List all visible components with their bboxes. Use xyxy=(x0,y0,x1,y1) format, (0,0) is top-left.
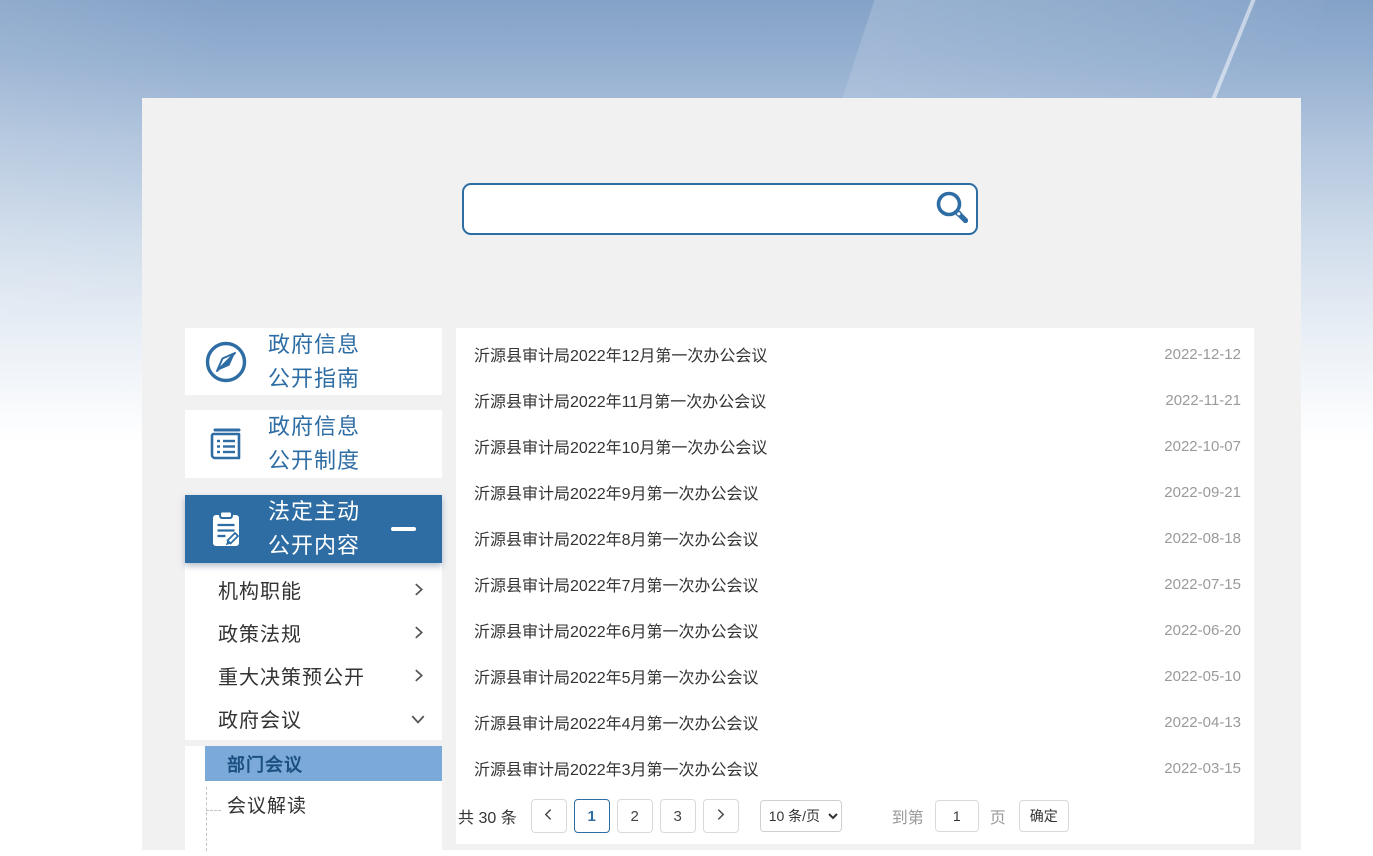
content-panel: 政府信息公开指南政府信息公开制度法定主动公开内容 机构职能政策法规重大决策预公开… xyxy=(142,98,1301,850)
article-title-link[interactable]: 沂源县审计局2022年11月第一次办公会议 xyxy=(474,388,766,412)
page-button-2[interactable]: 2 xyxy=(617,799,653,833)
page-size-select[interactable]: 10 条/页 xyxy=(760,800,842,832)
prev-page-button[interactable] xyxy=(531,799,567,833)
tree-item-2[interactable]: 会议解读 xyxy=(185,781,442,827)
article-list-panel: 沂源县审计局2022年12月第一次办公会议2022-12-12沂源县审计局202… xyxy=(456,328,1254,844)
list-item: 沂源县审计局2022年11月第一次办公会议 2022-11-21 xyxy=(456,377,1254,423)
article-date: 2022-10-07 xyxy=(1164,438,1241,455)
total-count-label: 共 30 条 xyxy=(458,804,517,828)
sidebar-item-1[interactable]: 政府信息公开指南 xyxy=(185,328,442,395)
goto-page-input[interactable] xyxy=(935,800,979,832)
chevron-right-icon xyxy=(411,625,426,640)
page-button-3[interactable]: 3 xyxy=(660,799,696,833)
article-date: 2022-03-15 xyxy=(1164,760,1241,777)
collapse-minus-icon xyxy=(391,527,416,531)
search-input[interactable] xyxy=(464,185,928,233)
article-title-link[interactable]: 沂源县审计局2022年9月第一次办公会议 xyxy=(474,480,759,504)
goto-confirm-button[interactable]: 确定 xyxy=(1019,800,1069,832)
submenu-item-label: 政府会议 xyxy=(218,704,302,733)
goto-unit-label: 页 xyxy=(990,804,1006,828)
sidebar-item-label: 政府信息公开制度 xyxy=(268,410,360,478)
list-item: 沂源县审计局2022年3月第一次办公会议 2022-03-15 xyxy=(456,745,1254,791)
submenu-item-label: 政策法规 xyxy=(218,618,302,647)
tree-item-1[interactable]: 部门会议 xyxy=(205,746,442,781)
sidebar-main-menu: 政府信息公开指南政府信息公开制度法定主动公开内容 xyxy=(185,328,442,563)
sidebar-item-label: 法定主动公开内容 xyxy=(268,495,360,563)
article-title-link[interactable]: 沂源县审计局2022年6月第一次办公会议 xyxy=(474,618,759,642)
article-title-link[interactable]: 沂源县审计局2022年5月第一次办公会议 xyxy=(474,664,759,688)
article-date: 2022-04-13 xyxy=(1164,714,1241,731)
chevron-right-icon xyxy=(714,808,727,825)
sidebar-item-2[interactable]: 政府信息公开制度 xyxy=(185,410,442,478)
list-item: 沂源县审计局2022年5月第一次办公会议 2022-05-10 xyxy=(456,653,1254,699)
list-item: 沂源县审计局2022年8月第一次办公会议 2022-08-18 xyxy=(456,515,1254,561)
article-date: 2022-05-10 xyxy=(1164,668,1241,685)
submenu-item-3[interactable]: 重大决策预公开 xyxy=(185,654,442,697)
article-date: 2022-09-21 xyxy=(1164,484,1241,501)
article-date: 2022-06-20 xyxy=(1164,622,1241,639)
sidebar-item-3[interactable]: 法定主动公开内容 xyxy=(185,495,442,563)
list-item: 沂源县审计局2022年10月第一次办公会议 2022-10-07 xyxy=(456,423,1254,469)
compass-icon xyxy=(203,339,249,385)
submenu-item-4[interactable]: 政府会议 xyxy=(185,697,442,740)
tree-item-label: 会议解读 xyxy=(227,791,307,818)
tree-item-label: 部门会议 xyxy=(227,751,303,777)
sidebar: 政府信息公开指南政府信息公开制度法定主动公开内容 机构职能政策法规重大决策预公开… xyxy=(185,328,442,856)
next-page-button[interactable] xyxy=(703,799,739,833)
article-date: 2022-11-21 xyxy=(1165,392,1241,409)
submenu-item-label: 重大决策预公开 xyxy=(218,661,365,690)
sidebar-item-label: 政府信息公开指南 xyxy=(268,328,360,396)
article-date: 2022-08-18 xyxy=(1164,530,1241,547)
sidebar-tree: 部门会议会议解读 xyxy=(185,746,442,856)
list-item: 沂源县审计局2022年9月第一次办公会议 2022-09-21 xyxy=(456,469,1254,515)
search-icon xyxy=(934,190,970,229)
article-date: 2022-12-12 xyxy=(1164,346,1241,363)
goto-prefix-label: 到第 xyxy=(892,804,924,828)
pagination-bar: 共 30 条 123 10 条/页 xyxy=(456,791,1254,841)
article-title-link[interactable]: 沂源县审计局2022年10月第一次办公会议 xyxy=(474,434,767,458)
chevron-right-icon xyxy=(411,668,426,683)
submenu-item-2[interactable]: 政策法规 xyxy=(185,611,442,654)
search-box xyxy=(462,183,978,235)
chevron-right-icon xyxy=(411,582,426,597)
submenu-item-1[interactable]: 机构职能 xyxy=(185,568,442,611)
article-title-link[interactable]: 沂源县审计局2022年7月第一次办公会议 xyxy=(474,572,759,596)
article-date: 2022-07-15 xyxy=(1164,576,1241,593)
chevron-down-icon xyxy=(410,711,426,727)
sidebar-tree-items: 部门会议会议解读 xyxy=(185,746,442,827)
goto-page-group: 到第 页 xyxy=(892,800,1006,832)
sidebar-submenu: 机构职能政策法规重大决策预公开政府会议 xyxy=(185,563,442,740)
chevron-left-icon xyxy=(542,808,555,825)
search-button[interactable] xyxy=(928,185,976,233)
list-item: 沂源县审计局2022年4月第一次办公会议 2022-04-13 xyxy=(456,699,1254,745)
ledger-icon xyxy=(203,421,249,467)
article-title-link[interactable]: 沂源县审计局2022年3月第一次办公会议 xyxy=(474,756,759,780)
list-item: 沂源县审计局2022年7月第一次办公会议 2022-07-15 xyxy=(456,561,1254,607)
article-title-link[interactable]: 沂源县审计局2022年8月第一次办公会议 xyxy=(474,526,759,550)
clipboard-pencil-icon xyxy=(203,506,249,552)
article-title-link[interactable]: 沂源县审计局2022年12月第一次办公会议 xyxy=(474,342,767,366)
article-title-link[interactable]: 沂源县审计局2022年4月第一次办公会议 xyxy=(474,710,759,734)
submenu-item-label: 机构职能 xyxy=(218,575,302,604)
list-item: 沂源县审计局2022年12月第一次办公会议 2022-12-12 xyxy=(456,331,1254,377)
news-list: 沂源县审计局2022年12月第一次办公会议2022-12-12沂源县审计局202… xyxy=(456,328,1254,791)
page-button-1[interactable]: 1 xyxy=(574,799,610,833)
list-item: 沂源县审计局2022年6月第一次办公会议 2022-06-20 xyxy=(456,607,1254,653)
